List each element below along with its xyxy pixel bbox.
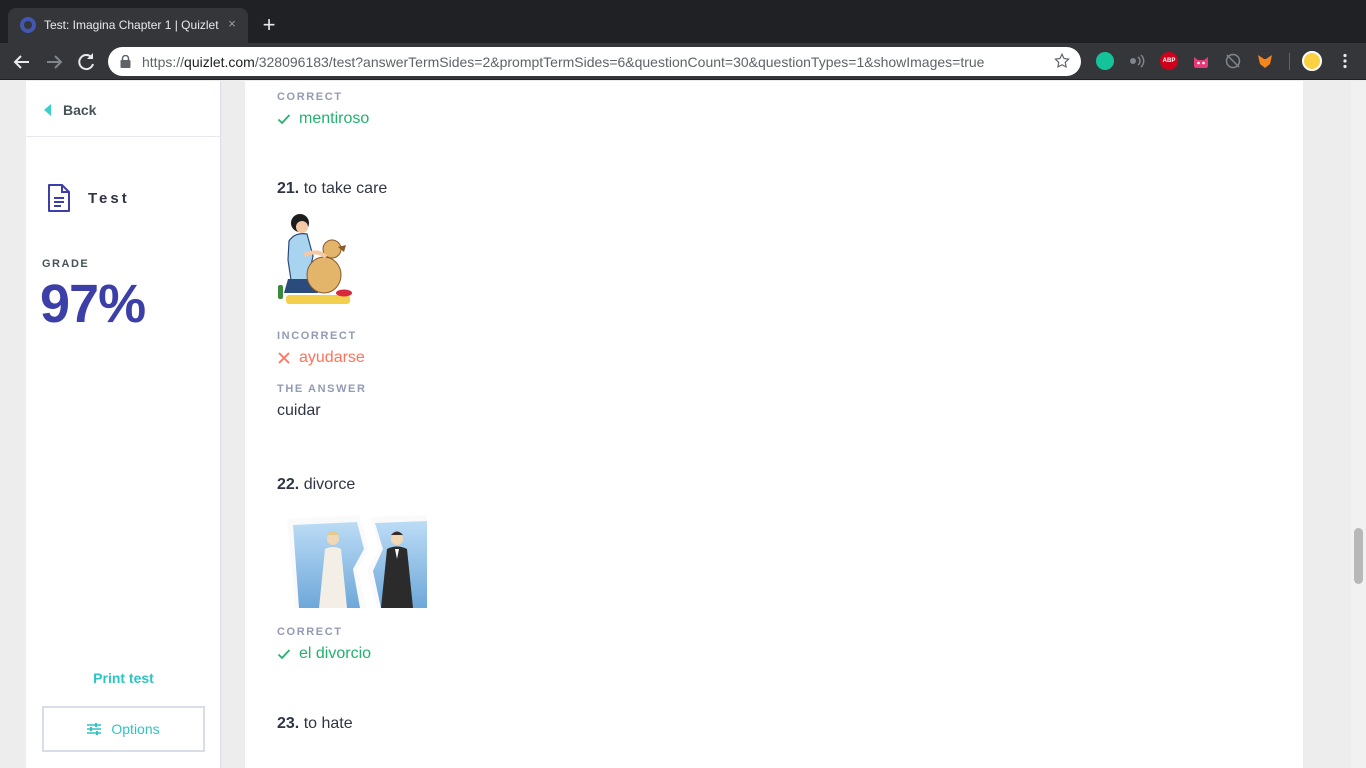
document-icon bbox=[48, 184, 70, 212]
question-result: CORRECT el divorcio bbox=[277, 626, 371, 663]
question-item: CORRECT mentiroso bbox=[277, 91, 369, 128]
back-button[interactable]: Back bbox=[44, 99, 96, 121]
new-tab-button[interactable]: + bbox=[256, 14, 282, 40]
answer-row: mentiroso bbox=[277, 110, 369, 128]
grammarly-icon[interactable] bbox=[1096, 52, 1114, 70]
page-scrollbar[interactable] bbox=[1351, 81, 1366, 768]
question-number: 22. bbox=[277, 476, 300, 493]
chrome-menu-icon[interactable] bbox=[1336, 52, 1354, 70]
checkmark-icon bbox=[277, 649, 291, 660]
url-path: /328096183/test?answerTermSides=2&prompt… bbox=[254, 54, 985, 70]
correct-answer-row: cuidar bbox=[277, 402, 367, 420]
grade-value: 97% bbox=[40, 274, 146, 334]
browser-tab[interactable]: Test: Imagina Chapter 1 | Quizlet × bbox=[8, 8, 248, 43]
question-item: 23. to hate bbox=[277, 715, 353, 733]
caret-left-icon bbox=[44, 104, 51, 116]
woman-grooming-dog-image bbox=[278, 214, 352, 304]
question-number: 21. bbox=[277, 180, 300, 197]
scrollbar-thumb[interactable] bbox=[1354, 528, 1363, 584]
answer-row: el divorcio bbox=[277, 645, 371, 663]
correct-answer: cuidar bbox=[277, 402, 321, 419]
tab-title: Test: Imagina Chapter 1 | Quizlet bbox=[44, 18, 219, 32]
lock-icon[interactable] bbox=[120, 55, 131, 68]
question-text: to hate bbox=[303, 715, 353, 732]
question-prompt: 21. to take care bbox=[277, 180, 387, 198]
question-text: to take care bbox=[303, 180, 388, 197]
options-label: Options bbox=[111, 721, 160, 737]
x-mark-icon bbox=[278, 352, 290, 364]
status-label: INCORRECT bbox=[277, 330, 357, 342]
status-label: CORRECT bbox=[277, 91, 343, 103]
profile-avatar-icon[interactable] bbox=[1302, 51, 1322, 71]
question-item: 22. divorce bbox=[277, 476, 355, 494]
test-results: CORRECT mentiroso 21. to take care INCOR… bbox=[245, 81, 1303, 768]
tab-close-icon[interactable]: × bbox=[224, 15, 240, 33]
forward-arrow-icon[interactable] bbox=[42, 50, 66, 74]
browser-toolbar: https://quizlet.com/328096183/test?answe… bbox=[0, 43, 1366, 80]
question-prompt: 22. divorce bbox=[277, 476, 355, 494]
user-answer: mentiroso bbox=[299, 110, 370, 127]
status-label: CORRECT bbox=[277, 626, 343, 638]
reload-icon[interactable] bbox=[74, 50, 98, 74]
correct-answer-label: THE ANSWER bbox=[277, 383, 367, 395]
torn-wedding-photo-image bbox=[287, 515, 427, 608]
test-sidebar: Back Test GRADE 97% Print test Options bbox=[26, 81, 221, 768]
divider bbox=[26, 136, 221, 137]
back-arrow-icon[interactable] bbox=[10, 50, 34, 74]
question-prompt: 23. to hate bbox=[277, 715, 353, 733]
cat-extension-icon[interactable] bbox=[1192, 52, 1210, 70]
question-result: INCORRECT ayudarse THE ANSWER cuidar bbox=[277, 330, 367, 420]
url-scheme: https:// bbox=[142, 54, 185, 70]
grade-label: GRADE bbox=[42, 258, 90, 270]
study-mode-title: Test bbox=[46, 183, 130, 213]
checkmark-icon bbox=[277, 114, 291, 125]
toolbar-divider bbox=[1289, 53, 1290, 70]
bookmark-star-icon[interactable] bbox=[1053, 52, 1071, 70]
adblock-plus-icon[interactable]: ABP bbox=[1160, 52, 1178, 70]
options-button[interactable]: Options bbox=[42, 706, 205, 752]
address-bar[interactable]: https://quizlet.com/328096183/test?answe… bbox=[108, 47, 1081, 76]
answer-row: ayudarse bbox=[277, 349, 367, 367]
question-item: 21. to take care bbox=[277, 180, 387, 198]
browser-tab-strip: Test: Imagina Chapter 1 | Quizlet × + bbox=[0, 0, 1366, 43]
back-label: Back bbox=[63, 102, 97, 118]
print-test-link[interactable]: Print test bbox=[26, 670, 221, 686]
metamask-fox-icon[interactable] bbox=[1256, 52, 1274, 70]
question-number: 23. bbox=[277, 715, 300, 732]
url-host: quizlet.com bbox=[184, 54, 255, 70]
url-text[interactable]: https://quizlet.com/328096183/test?answe… bbox=[142, 54, 1042, 70]
quizlet-favicon-icon bbox=[20, 17, 36, 33]
user-answer: el divorcio bbox=[299, 645, 372, 662]
mode-label: Test bbox=[88, 189, 130, 207]
sliders-icon bbox=[87, 723, 102, 735]
user-answer: ayudarse bbox=[299, 349, 365, 366]
sleep-icon[interactable] bbox=[1224, 52, 1242, 70]
audio-icon[interactable] bbox=[1128, 52, 1146, 70]
question-text: divorce bbox=[303, 476, 356, 493]
